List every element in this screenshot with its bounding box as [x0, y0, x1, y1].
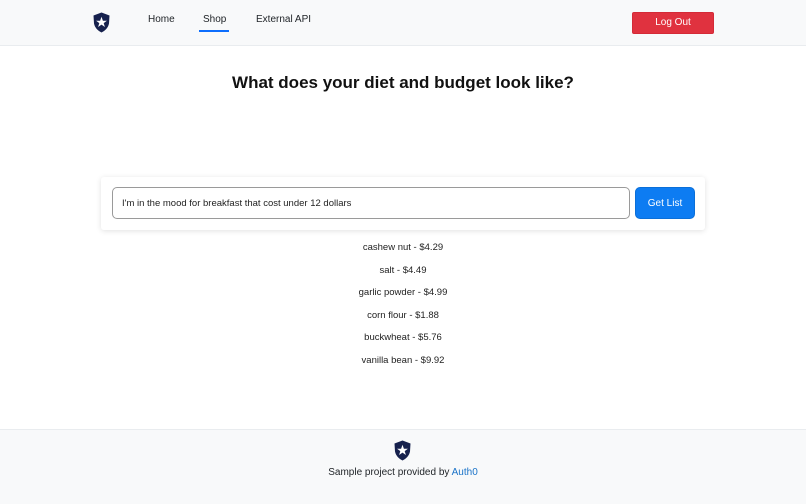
list-item: salt - $4.49: [379, 264, 427, 276]
list-item: garlic powder - $4.99: [358, 287, 448, 298]
footer: Sample project provided by Auth0: [0, 429, 806, 504]
auth0-link[interactable]: Auth0: [452, 467, 478, 478]
auth0-footer-logo-icon: [394, 440, 411, 461]
nav-link-shop[interactable]: Shop: [203, 14, 226, 26]
footer-caption: Sample project provided by: [328, 467, 452, 478]
auth0-logo-icon[interactable]: [92, 12, 111, 33]
search-card: Get List: [101, 177, 705, 230]
nav-link-home[interactable]: Home: [148, 14, 175, 26]
logout-button[interactable]: Log Out: [632, 12, 714, 34]
navbar: Home Shop External API Log Out: [0, 0, 806, 46]
list-item: corn flour - $1.88: [367, 309, 439, 321]
nav-link-external-api[interactable]: External API: [256, 14, 311, 26]
list-item: buckwheat - $5.76: [364, 332, 442, 343]
results-list: cashew nut - $4.29 salt - $4.49 garlic p…: [0, 242, 806, 377]
active-tab-indicator: [199, 30, 229, 32]
diet-budget-input[interactable]: [112, 187, 630, 219]
footer-text: Sample project provided by Auth0: [0, 467, 806, 479]
list-item: cashew nut - $4.29: [362, 242, 444, 253]
list-item: vanilla bean - $9.92: [361, 354, 445, 366]
get-list-button[interactable]: Get List: [635, 187, 695, 219]
page-title: What does your diet and budget look like…: [232, 73, 574, 92]
